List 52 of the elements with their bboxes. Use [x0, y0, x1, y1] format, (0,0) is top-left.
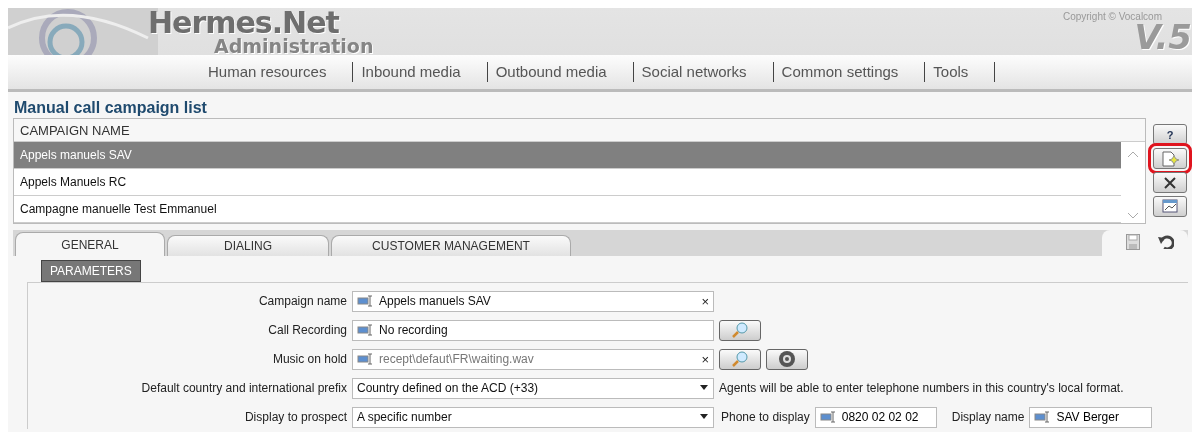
field-label: Default country and international prefix	[140, 381, 347, 395]
list-title: Manual call campaign list	[13, 98, 208, 118]
search-button[interactable]	[719, 319, 761, 341]
dropdown-field[interactable]: A specific number	[352, 406, 714, 428]
play-button[interactable]	[766, 348, 808, 370]
save-icon[interactable]	[1126, 234, 1140, 250]
clear-button[interactable]: ×	[701, 293, 709, 309]
report-button[interactable]	[1153, 196, 1187, 217]
delete-icon	[1163, 176, 1177, 189]
field-label: Phone to display	[721, 410, 810, 424]
text-field-icon	[357, 324, 375, 336]
dropdown-field[interactable]: Country defined on the ACD (+33)	[352, 377, 714, 399]
chart-icon	[1161, 198, 1179, 215]
menu-item[interactable]: Social networks	[633, 62, 774, 82]
app-title: Hermes.Net	[148, 8, 340, 38]
field-label: Campaign name	[257, 294, 347, 308]
tab[interactable]: DIALING	[167, 235, 329, 256]
help-button[interactable]: ?	[1153, 124, 1187, 145]
list-row[interactable]: Appels manuels SAV	[14, 142, 1121, 169]
version-label: V.5	[1134, 20, 1192, 54]
text-field-icon	[357, 295, 375, 307]
menu-item[interactable]: Outbound media	[487, 62, 634, 82]
text-field-icon	[357, 353, 375, 365]
undo-icon[interactable]	[1158, 235, 1174, 249]
text-field[interactable]: 0820 02 02 02	[814, 406, 937, 428]
delete-button[interactable]	[1153, 172, 1187, 193]
hint-text: Agents will be able to enter telephone numbers in this country's local format.	[719, 381, 1124, 395]
app-subtitle: Administration	[214, 38, 374, 54]
search-icon	[731, 322, 749, 338]
copyright-text: Copyright © Vocalcom	[1062, 11, 1162, 22]
search-icon	[731, 351, 749, 367]
tab[interactable]: GENERAL	[15, 232, 165, 256]
menu-item[interactable]: Tools	[925, 62, 996, 82]
text-field[interactable]: Appels manuels SAV ×	[352, 290, 714, 312]
text-field[interactable]: No recording	[352, 319, 714, 341]
column-header[interactable]: CAMPAIGN NAME	[14, 119, 1145, 142]
text-field[interactable]: SAV Berger	[1029, 406, 1153, 428]
menu-item[interactable]: Human resources	[200, 62, 354, 82]
field-label: Music on hold	[271, 352, 347, 366]
disc-icon	[778, 350, 796, 368]
field-label: Call Recording	[267, 323, 347, 337]
section-label: PARAMETERS	[41, 260, 141, 282]
field-label: Display name	[951, 410, 1025, 424]
new-document-icon	[1160, 150, 1180, 167]
text-field-icon	[819, 411, 838, 423]
menu-item[interactable]: Inbound media	[353, 62, 488, 82]
dropdown-arrow-icon[interactable]	[699, 385, 709, 391]
field-label: Display to prospect	[243, 410, 347, 424]
tab[interactable]: CUSTOMER MANAGEMENT	[331, 235, 571, 256]
search-button[interactable]	[719, 348, 761, 370]
dropdown-arrow-icon[interactable]	[699, 414, 709, 420]
menu-item[interactable]: Common settings	[773, 62, 926, 82]
